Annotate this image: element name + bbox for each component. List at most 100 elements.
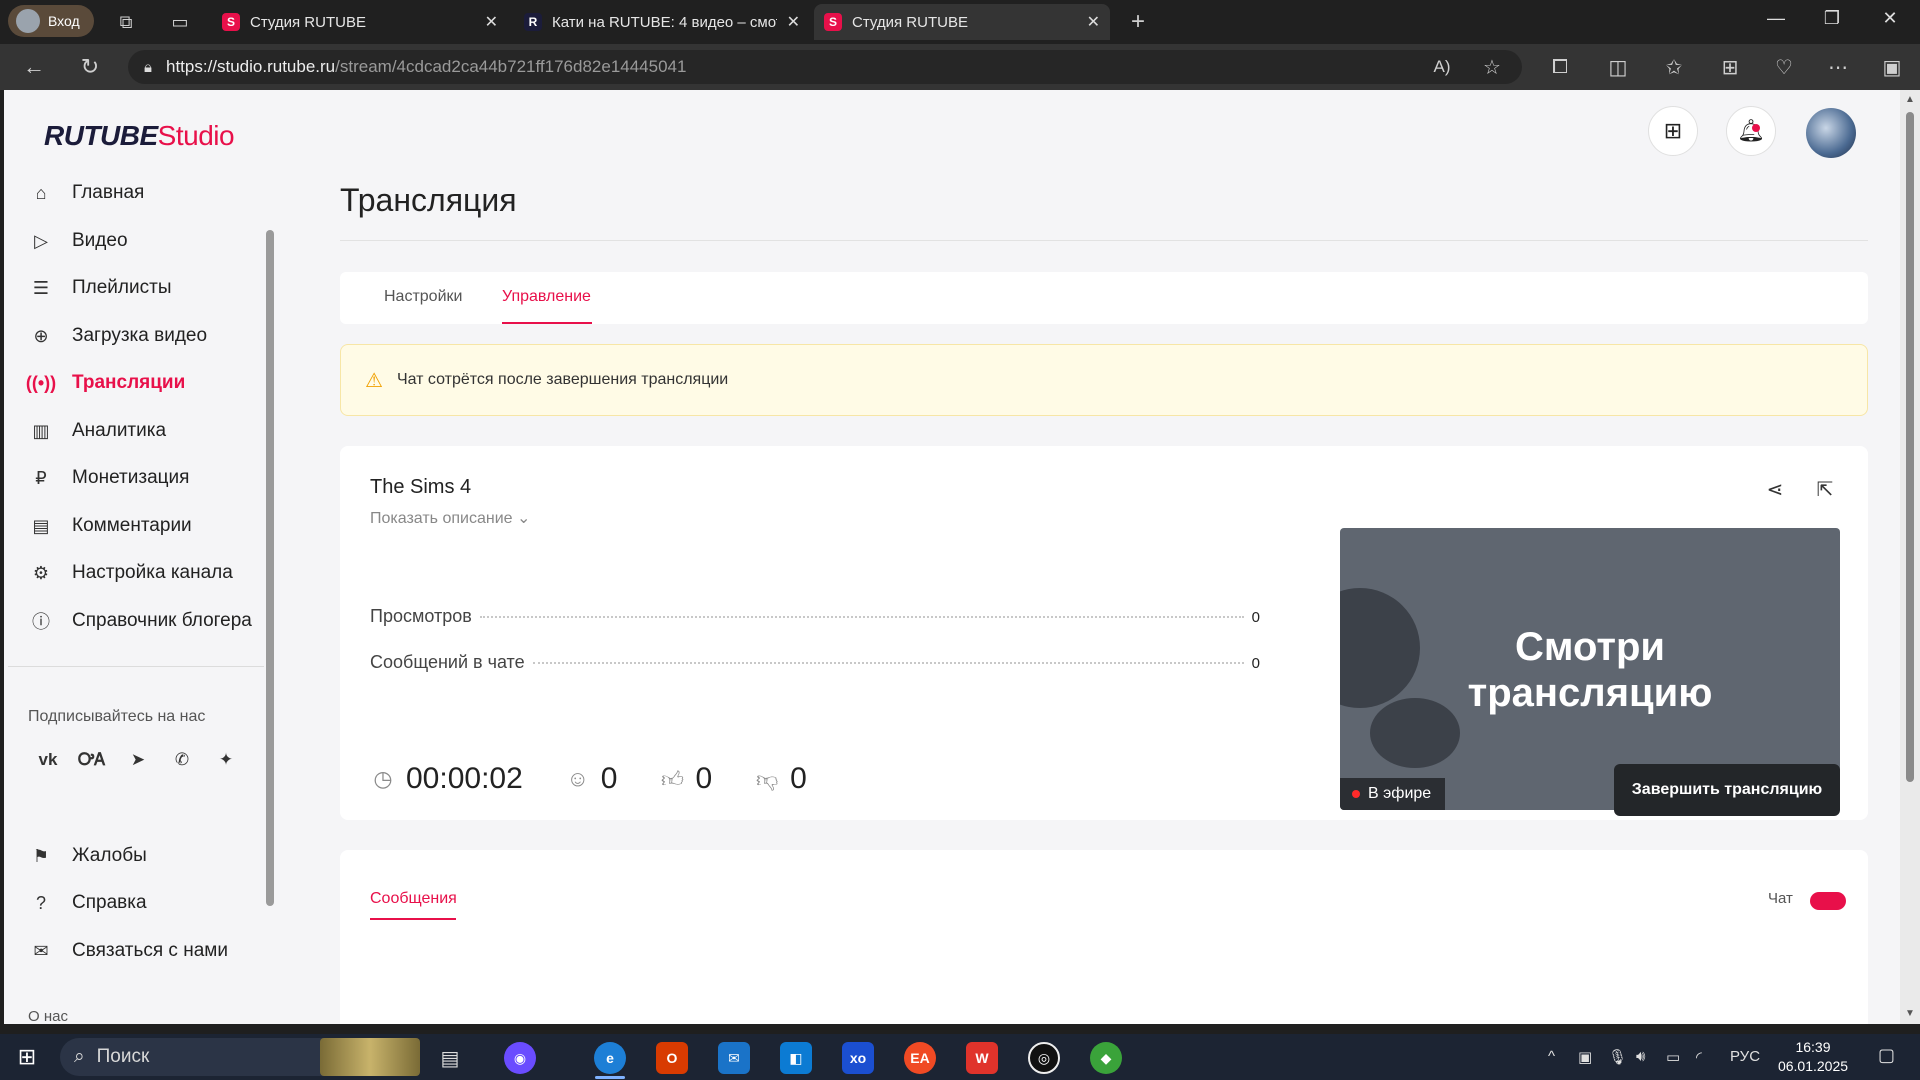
sidebar-item-comments[interactable]: ▤ Комментарии <box>28 513 268 539</box>
microphone-icon[interactable]: 🎙︎ <box>1608 1048 1627 1066</box>
sidebar-item-label: Комментарии <box>72 515 192 536</box>
sidebar-item-upload[interactable]: ⊕ Загрузка видео <box>28 323 268 349</box>
browser-address-bar: ← ↻ 🔒︎ https://studio.rutube.ru/stream/4… <box>0 44 1920 90</box>
xbox-app-icon[interactable]: xo <box>842 1042 874 1074</box>
windows-start-icon[interactable]: ⊞ <box>14 1044 40 1070</box>
dotted-leader <box>532 662 1244 664</box>
sidebar-item-blogger-guide[interactable]: ⓘ Справочник блогера <box>28 608 268 634</box>
edge-browser-icon[interactable]: e <box>594 1042 626 1074</box>
refresh-icon[interactable]: ↻ <box>76 53 104 81</box>
tab-management[interactable]: Управление <box>502 288 591 306</box>
rutube-favicon-icon: R <box>524 13 542 31</box>
sidebar-item-video[interactable]: ▷ Видео <box>28 228 268 254</box>
notification-center-icon[interactable]: ▢ <box>1878 1045 1895 1066</box>
search-highlight-image[interactable] <box>320 1038 420 1076</box>
mail-app-icon[interactable]: ✉ <box>718 1042 750 1074</box>
obs-studio-icon[interactable]: ◎ <box>1028 1042 1060 1074</box>
ea-app-icon[interactable]: EA <box>904 1042 936 1074</box>
show-description-toggle[interactable]: Показать описание ⌄ <box>370 508 530 528</box>
tab-messages[interactable]: Сообщения <box>370 890 457 908</box>
show-hidden-icons[interactable]: ^ <box>1548 1048 1555 1065</box>
sidebar-item-label: Связаться с нами <box>72 940 228 961</box>
share-icon[interactable]: ⋖ <box>1760 474 1790 504</box>
end-stream-button[interactable]: Завершить трансляцию <box>1614 764 1840 816</box>
url-field[interactable]: 🔒︎ https://studio.rutube.ru/stream/4cdca… <box>128 50 1522 84</box>
profile-button[interactable]: Вход <box>8 5 94 37</box>
language-indicator[interactable]: РУС <box>1730 1048 1760 1065</box>
studio-page: RUTUBEStudio ⌂ Главная ▷ Видео ☰ Плейлис… <box>4 90 1900 1024</box>
close-tab-icon[interactable]: ✕ <box>1087 12 1100 32</box>
sidebar-item-monetization[interactable]: ₽ Монетизация <box>28 465 268 491</box>
collections-icon[interactable]: ⊞ <box>1716 53 1744 81</box>
office-app-icon[interactable]: O <box>656 1042 688 1074</box>
new-tab-icon[interactable]: + <box>1124 8 1152 36</box>
minimize-icon[interactable]: — <box>1762 8 1790 29</box>
windows-taskbar: ⊞ ⌕ Поиск ▤ ◉ e O ✉ ◧ xo EA W ◎ ◆ ^ ▣ 🎙︎… <box>0 1034 1920 1080</box>
split-screen-icon[interactable]: ◫ <box>1604 53 1632 81</box>
sidebar-item-channel-settings[interactable]: ⚙ Настройка канала <box>28 560 268 586</box>
close-tab-icon[interactable]: ✕ <box>787 12 800 32</box>
close-window-icon[interactable]: ✕ <box>1876 8 1904 29</box>
task-view-icon[interactable]: ▤ <box>434 1042 466 1074</box>
sidebar-toggle-icon[interactable]: ▣ <box>1878 53 1906 81</box>
sidebar-item-contact[interactable]: ✉ Связаться с нами <box>28 938 268 964</box>
ok-icon[interactable]: ᎤᎪ <box>78 746 106 774</box>
sidebar-item-home[interactable]: ⌂ Главная <box>28 180 268 206</box>
avatar[interactable] <box>1806 108 1856 158</box>
extensions-icon[interactable]: ⧠ <box>1546 53 1574 81</box>
tab-settings[interactable]: Настройки <box>384 288 462 306</box>
wifi-icon[interactable]: ◜ <box>1696 1048 1702 1066</box>
create-button[interactable]: ⊞ <box>1648 106 1698 156</box>
about-link[interactable]: О нас <box>28 1008 68 1024</box>
sidebar-item-playlists[interactable]: ☰ Плейлисты <box>28 275 268 301</box>
store-app-icon[interactable]: ◧ <box>780 1042 812 1074</box>
browser-tab-2[interactable]: R Кати на RUTUBE: 4 видео – смотр ✕ <box>514 4 810 40</box>
browser-tab-3[interactable]: S Студия RUTUBE ✕ <box>814 4 1110 40</box>
dotted-leader <box>479 616 1244 618</box>
read-aloud-icon[interactable]: A) <box>1428 53 1456 81</box>
sidebar-item-label: Трансляции <box>72 372 186 393</box>
open-external-icon[interactable]: ⇱ <box>1810 474 1840 504</box>
battery-icon[interactable]: ▭ <box>1666 1048 1680 1066</box>
scroll-up-icon[interactable]: ▲ <box>1905 94 1915 105</box>
chat-toggle-label: Чат <box>1768 890 1793 907</box>
dzen-icon[interactable]: ✦ <box>212 746 240 774</box>
thumbs-down-icon: 👎︎ <box>755 766 779 792</box>
favorites-icon[interactable]: ✩ <box>1660 53 1688 81</box>
notifications-button[interactable]: 🔔︎ <box>1726 106 1776 156</box>
browser-tab-1[interactable]: S Студия RUTUBE ✕ <box>212 4 508 40</box>
assistant-app-icon[interactable]: ◉ <box>504 1042 536 1074</box>
warning-icon: ⚠ <box>365 369 383 392</box>
sidebar-item-help[interactable]: ? Справка <box>28 890 268 916</box>
rutube-studio-logo[interactable]: RUTUBEStudio <box>44 120 235 152</box>
chat-toggle[interactable] <box>1810 892 1846 910</box>
sims-app-icon[interactable]: ◆ <box>1090 1042 1122 1074</box>
page-scrollbar-thumb[interactable] <box>1906 112 1914 782</box>
browser-essentials-icon[interactable]: ♡ <box>1770 53 1798 81</box>
sidebar-item-broadcasts[interactable]: ((•)) Трансляции <box>26 370 268 396</box>
sidebar-scrollbar[interactable] <box>264 210 274 910</box>
show-description-label: Показать описание <box>370 510 513 527</box>
page-scrollbar[interactable]: ▲ ▼ <box>1900 90 1920 1024</box>
system-clock[interactable]: 16:39 06.01.2025 <box>1768 1038 1858 1076</box>
stat-chat-messages: Сообщений в чате 0 <box>370 652 1260 673</box>
viber-icon[interactable]: ✆ <box>168 746 196 774</box>
favorite-star-icon[interactable]: ☆ <box>1478 53 1506 81</box>
sidebar-item-analytics[interactable]: ▥ Аналитика <box>28 418 268 444</box>
workspaces-icon[interactable]: ⧉ <box>112 8 140 36</box>
meet-icon[interactable]: ▣ <box>1578 1048 1592 1066</box>
ruble-icon: ₽ <box>35 467 47 488</box>
upload-icon: ⊕ <box>33 325 49 346</box>
telegram-icon[interactable]: ➤ <box>124 746 152 774</box>
tab-actions-icon[interactable]: ▭ <box>166 8 194 36</box>
sidebar-item-complaints[interactable]: ⚑ Жалобы <box>28 843 268 869</box>
sidebar-scrollbar-thumb[interactable] <box>266 230 274 906</box>
volume-icon[interactable]: 🔊︎ <box>1636 1048 1645 1065</box>
scroll-down-icon[interactable]: ▼ <box>1905 1008 1915 1019</box>
wps-office-icon[interactable]: W <box>966 1042 998 1074</box>
maximize-icon[interactable]: ❐ <box>1818 8 1846 29</box>
back-icon[interactable]: ← <box>20 53 48 81</box>
more-menu-icon[interactable]: ⋯ <box>1824 53 1852 81</box>
vk-icon[interactable]: vk <box>34 746 62 774</box>
close-tab-icon[interactable]: ✕ <box>485 12 498 32</box>
